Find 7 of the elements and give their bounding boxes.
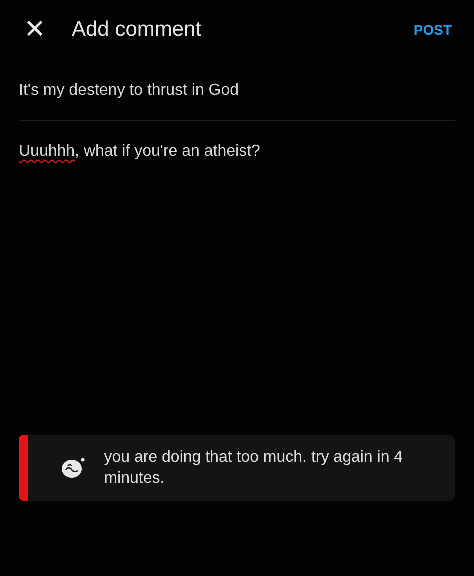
head-icon (62, 457, 86, 479)
post-button[interactable]: POST (414, 22, 452, 38)
toast-message: you are doing that too much. try again in 4 minutes. (104, 448, 404, 489)
page-title: Add comment (72, 18, 203, 42)
reply-field[interactable]: Uuuhhh, what if you're an atheist? (19, 143, 455, 161)
parent-comment: It's my desteny to thrust in God (19, 82, 455, 121)
close-button[interactable]: ✕ (20, 15, 50, 45)
